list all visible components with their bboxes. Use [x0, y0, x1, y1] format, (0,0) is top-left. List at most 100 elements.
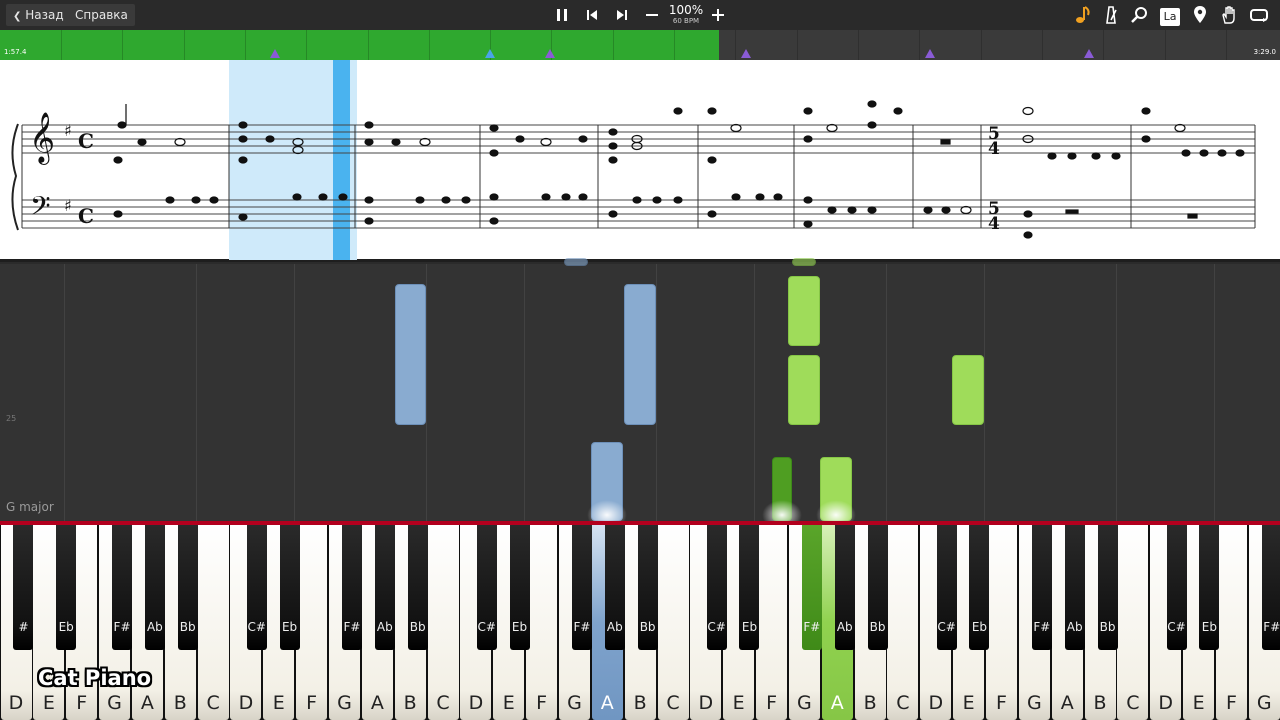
- white-key-label: G: [337, 692, 352, 714]
- bookmark-marker[interactable]: [1084, 49, 1094, 58]
- pause-icon[interactable]: [550, 3, 574, 27]
- black-key-label: C#: [1167, 620, 1186, 634]
- plus-icon[interactable]: [706, 3, 730, 27]
- piano-keyboard[interactable]: DEFGABCDEFGABCDEFGABCDEFGABCDEFGABCDEFGA…: [0, 525, 1280, 720]
- white-key-label: G: [107, 692, 122, 714]
- black-key-label: Bb: [1099, 620, 1116, 634]
- white-key-label: D: [8, 692, 24, 714]
- white-key-label: F: [536, 692, 548, 714]
- black-key[interactable]: #: [13, 525, 34, 650]
- black-key[interactable]: F#: [1261, 525, 1280, 650]
- la-button-label: La: [1160, 8, 1180, 26]
- black-key-label: F#: [113, 620, 131, 634]
- black-key[interactable]: Ab: [144, 525, 165, 650]
- key-signature-label: G major: [6, 500, 54, 514]
- white-key-label: A: [1060, 692, 1074, 714]
- black-key[interactable]: Eb: [739, 525, 760, 650]
- black-key[interactable]: Ab: [1064, 525, 1085, 650]
- black-key[interactable]: C#: [1166, 525, 1187, 650]
- black-key[interactable]: Ab: [374, 525, 395, 650]
- black-key[interactable]: Eb: [279, 525, 300, 650]
- white-key-label: A: [140, 692, 154, 714]
- white-key-label: F: [766, 692, 778, 714]
- black-key[interactable]: Bb: [637, 525, 658, 650]
- right-hand-note: [788, 276, 820, 346]
- white-key-label: D: [698, 692, 714, 714]
- black-key-label: Eb: [58, 620, 74, 634]
- location-pin-icon[interactable]: [1188, 3, 1212, 27]
- right-hand-note: [792, 258, 816, 266]
- black-key[interactable]: Eb: [56, 525, 77, 650]
- left-hand-note: [624, 284, 656, 425]
- black-key[interactable]: Bb: [177, 525, 198, 650]
- right-hand-note: [952, 355, 984, 425]
- black-key[interactable]: Ab: [604, 525, 625, 650]
- bookmark-marker[interactable]: [485, 49, 495, 58]
- black-key[interactable]: F#: [801, 525, 822, 650]
- black-key-label: Eb: [511, 620, 528, 634]
- skip-forward-icon[interactable]: [610, 3, 634, 27]
- left-hand-note: [564, 258, 588, 266]
- time-signature-bass: C: [78, 204, 94, 228]
- row-number: 25: [6, 414, 17, 423]
- zoom-percent: 100%: [668, 3, 704, 17]
- note-icon[interactable]: [1070, 3, 1094, 27]
- black-key[interactable]: Eb: [509, 525, 530, 650]
- svg-text:♯: ♯: [64, 196, 72, 215]
- black-key[interactable]: Bb: [867, 525, 888, 650]
- white-key-label: C: [206, 692, 220, 714]
- white-key-label: C: [896, 692, 910, 714]
- bookmark-marker[interactable]: [270, 49, 280, 58]
- synthesia-app: ❮ Назад Справка 100% 60 BPM La 1:57.4 3:…: [0, 0, 1280, 720]
- white-key-label: D: [928, 692, 944, 714]
- bpm-readout: 60 BPM: [672, 17, 700, 25]
- help-button[interactable]: Справка: [68, 4, 135, 26]
- black-key[interactable]: Bb: [1097, 525, 1118, 650]
- black-key[interactable]: F#: [341, 525, 362, 650]
- black-key[interactable]: C#: [936, 525, 957, 650]
- white-key-label: D: [1158, 692, 1174, 714]
- speed-readout: 100% 60 BPM: [666, 4, 706, 26]
- black-key[interactable]: Ab: [834, 525, 855, 650]
- song-progress-bar[interactable]: 1:57.4 3:29.0: [0, 30, 1280, 60]
- white-key-label: B: [403, 692, 417, 714]
- black-key[interactable]: F#: [571, 525, 592, 650]
- black-key[interactable]: F#: [112, 525, 133, 650]
- progress-fill: [0, 30, 720, 60]
- white-key-label: D: [238, 692, 254, 714]
- black-key[interactable]: C#: [476, 525, 497, 650]
- search-icon[interactable]: [1128, 3, 1152, 27]
- black-key[interactable]: F#: [1031, 525, 1052, 650]
- black-key[interactable]: Eb: [969, 525, 990, 650]
- svg-text:♯: ♯: [64, 121, 72, 140]
- bookmark-marker[interactable]: [741, 49, 751, 58]
- black-key[interactable]: C#: [706, 525, 727, 650]
- loop-icon[interactable]: [1247, 3, 1271, 27]
- white-key-label: F: [306, 692, 318, 714]
- la-button[interactable]: La: [1158, 3, 1182, 27]
- black-key-label: Bb: [409, 620, 426, 634]
- white-key-label: C: [666, 692, 680, 714]
- hand-icon[interactable]: [1217, 3, 1241, 27]
- white-key-label: E: [732, 692, 745, 714]
- metronome-icon[interactable]: [1099, 3, 1123, 27]
- back-button[interactable]: ❮ Назад: [6, 4, 71, 26]
- sheet-music[interactable]: 𝄞 𝄢 ♯ ♯ C C 5 4 5 4: [0, 60, 1280, 262]
- black-key-label: Eb: [1201, 620, 1217, 634]
- elapsed-time: 1:57.4: [4, 48, 27, 56]
- white-key-label: B: [173, 692, 187, 714]
- black-key[interactable]: Bb: [407, 525, 428, 650]
- black-key-label: F#: [1033, 620, 1051, 634]
- black-key-label: Ab: [376, 620, 393, 634]
- black-key[interactable]: Eb: [1199, 525, 1220, 650]
- black-key-label: Bb: [639, 620, 656, 634]
- white-key-label: G: [1256, 692, 1272, 714]
- minus-icon[interactable]: [640, 3, 664, 27]
- bookmark-marker[interactable]: [925, 49, 935, 58]
- total-time: 3:29.0: [1253, 48, 1276, 56]
- black-key[interactable]: C#: [246, 525, 267, 650]
- black-key-label: Eb: [281, 620, 298, 634]
- skip-back-icon[interactable]: [580, 3, 604, 27]
- bookmark-marker[interactable]: [545, 49, 555, 58]
- black-key-label: Eb: [971, 620, 988, 634]
